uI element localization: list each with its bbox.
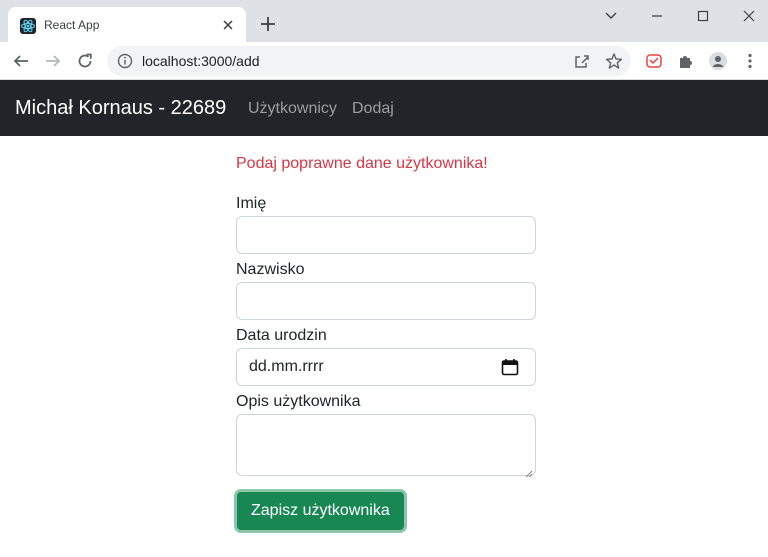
resize-grip-icon[interactable] (525, 465, 533, 478)
birth-date-input[interactable]: dd.mm.rrrr (236, 348, 536, 386)
last-name-input[interactable] (236, 282, 536, 320)
extension-red-icon[interactable] (645, 52, 663, 70)
back-arrow-icon[interactable] (12, 52, 30, 70)
birth-date-placeholder: dd.mm.rrrr (249, 358, 324, 375)
minimize-icon[interactable] (643, 4, 671, 28)
address-bar[interactable]: localhost:3000/add (107, 46, 631, 76)
nav-link-users[interactable]: Użytkownicy (248, 100, 337, 118)
navbar-brand[interactable]: Michał Kornaus - 22689 (15, 97, 226, 120)
site-info-icon[interactable] (117, 53, 133, 69)
share-icon[interactable] (573, 52, 591, 70)
description-textarea[interactable] (236, 414, 536, 478)
maximize-icon[interactable] (689, 4, 717, 28)
forward-arrow-icon[interactable] (44, 52, 62, 70)
tab-title: React App (44, 18, 100, 32)
calendar-icon[interactable] (501, 358, 519, 376)
close-window-icon[interactable] (735, 4, 763, 28)
reload-icon[interactable] (76, 52, 94, 70)
app-navbar: Michał Kornaus - 22689 Użytkownicy Dodaj (0, 80, 768, 136)
browser-tab[interactable]: React App (8, 7, 246, 42)
browser-toolbar: localhost:3000/add (0, 42, 768, 80)
menu-dots-icon[interactable] (741, 52, 759, 70)
validation-error-message: Podaj poprawne dane użytkownika! (236, 155, 488, 172)
last-name-label: Nazwisko (236, 261, 305, 278)
extensions-puzzle-icon[interactable] (677, 52, 695, 70)
browser-tabstrip: React App (0, 0, 768, 42)
react-logo-icon (20, 18, 36, 34)
birth-date-label: Data urodzin (236, 327, 327, 344)
save-user-button[interactable]: Zapisz użytkownika (234, 489, 407, 533)
bookmark-star-icon[interactable] (605, 52, 623, 70)
description-label: Opis użytkownika (236, 393, 361, 410)
profile-avatar-icon[interactable] (709, 52, 727, 70)
new-tab-icon[interactable] (259, 15, 277, 33)
first-name-input[interactable] (236, 216, 536, 254)
url-text[interactable]: localhost:3000/add (142, 53, 260, 69)
nav-link-add[interactable]: Dodaj (352, 100, 394, 118)
close-tab-icon[interactable] (220, 17, 236, 33)
tab-search-chevron-icon[interactable] (597, 4, 625, 28)
first-name-label: Imię (236, 195, 267, 212)
